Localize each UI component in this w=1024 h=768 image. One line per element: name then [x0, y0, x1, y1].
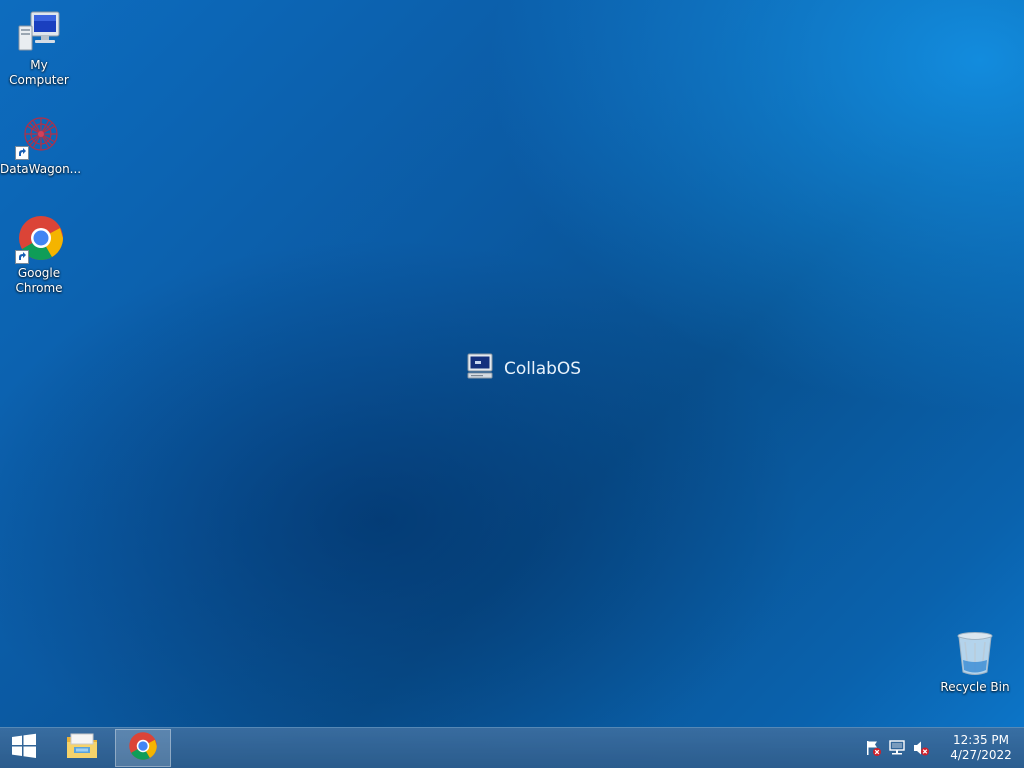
- start-button[interactable]: [0, 729, 48, 767]
- taskbar-clock[interactable]: 12:35 PM 4/27/2022: [938, 733, 1024, 763]
- windows-logo-icon: [11, 733, 37, 763]
- collabos-title: CollabOS: [504, 358, 582, 379]
- desktop-icon-my-computer[interactable]: My Computer: [0, 8, 78, 88]
- chrome-icon: [128, 731, 158, 765]
- desktop-icon-google-chrome[interactable]: Google Chrome: [0, 216, 78, 296]
- taskbar: 12:35 PM 4/27/2022: [0, 727, 1024, 768]
- collabos-logo: CollabOS: [466, 352, 581, 385]
- desktop-icon-label: DataWagon...: [0, 162, 82, 176]
- clock-date: 4/27/2022: [950, 748, 1012, 762]
- file-explorer-icon: [65, 731, 99, 765]
- volume-muted-icon[interactable]: [910, 737, 932, 759]
- desktop-icon-label: My Computer: [9, 58, 69, 87]
- collabos-computer-icon: [466, 352, 494, 385]
- datawagon-icon: [15, 112, 63, 160]
- taskbar-chrome-button[interactable]: [115, 729, 171, 767]
- action-center-flag-icon[interactable]: [862, 737, 884, 759]
- shortcut-arrow-icon: [15, 146, 29, 160]
- desktop-icon-recycle-bin[interactable]: Recycle Bin: [936, 630, 1014, 695]
- network-icon[interactable]: [886, 737, 908, 759]
- desktop-icon-label: Recycle Bin: [940, 680, 1010, 694]
- taskbar-file-explorer-button[interactable]: [58, 729, 106, 767]
- desktop-icon-datawagon[interactable]: DataWagon...: [0, 112, 82, 177]
- system-tray: 12:35 PM 4/27/2022: [860, 728, 1024, 768]
- chrome-icon: [15, 216, 63, 264]
- shortcut-arrow-icon: [15, 250, 29, 264]
- clock-time: 12:35 PM: [953, 733, 1009, 747]
- recycle-bin-icon: [951, 630, 999, 678]
- desktop-icon-label: Google Chrome: [15, 266, 63, 295]
- computer-icon: [15, 8, 63, 56]
- desktop: My Computer DataWagon... Google Chrome R…: [0, 0, 1024, 768]
